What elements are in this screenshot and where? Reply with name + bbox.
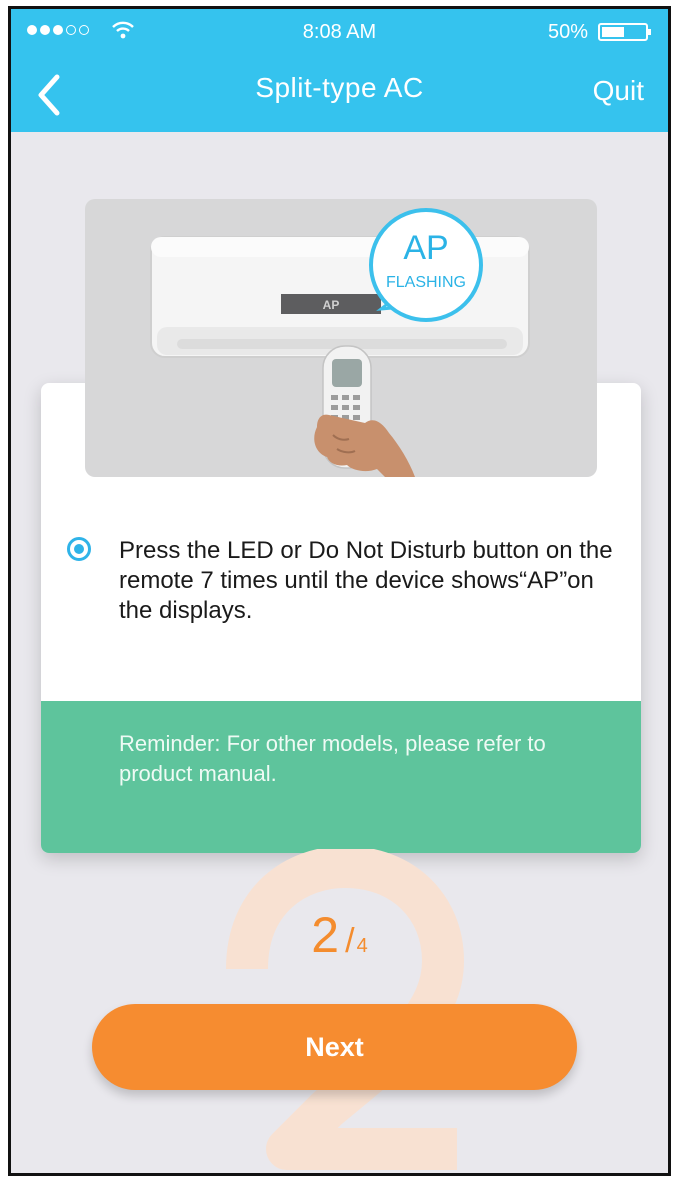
step-indicator: 2/4 — [11, 906, 668, 964]
instruction-text: Press the LED or Do Not Disturb button o… — [119, 537, 613, 624]
step-total: 4 — [356, 935, 368, 957]
bubble-flashing-text: FLASHING — [386, 274, 466, 291]
step-current: 2 — [311, 907, 340, 963]
step-separator: / — [345, 922, 355, 960]
reminder-text: Reminder: For other models, please refer… — [119, 731, 546, 786]
battery-percentage: 50% — [547, 21, 588, 43]
phone-screen: 8:08 AM 50% Split-type AC Quit Press the… — [8, 6, 671, 1176]
radio-selected-icon[interactable] — [67, 537, 91, 561]
reminder-banner: Reminder: For other models, please refer… — [41, 701, 641, 853]
header: 8:08 AM 50% Split-type AC Quit — [11, 9, 668, 132]
quit-button[interactable]: Quit — [593, 75, 644, 107]
page-title: Split-type AC — [255, 72, 424, 103]
bubble-ap-text: AP — [403, 229, 448, 267]
ac-display-text: AP — [323, 298, 340, 312]
status-bar: 8:08 AM 50% — [11, 9, 668, 51]
battery-icon — [598, 23, 651, 41]
ac-illustration: AP AP FLASHING — [85, 199, 597, 477]
next-button[interactable]: Next — [92, 1004, 577, 1090]
